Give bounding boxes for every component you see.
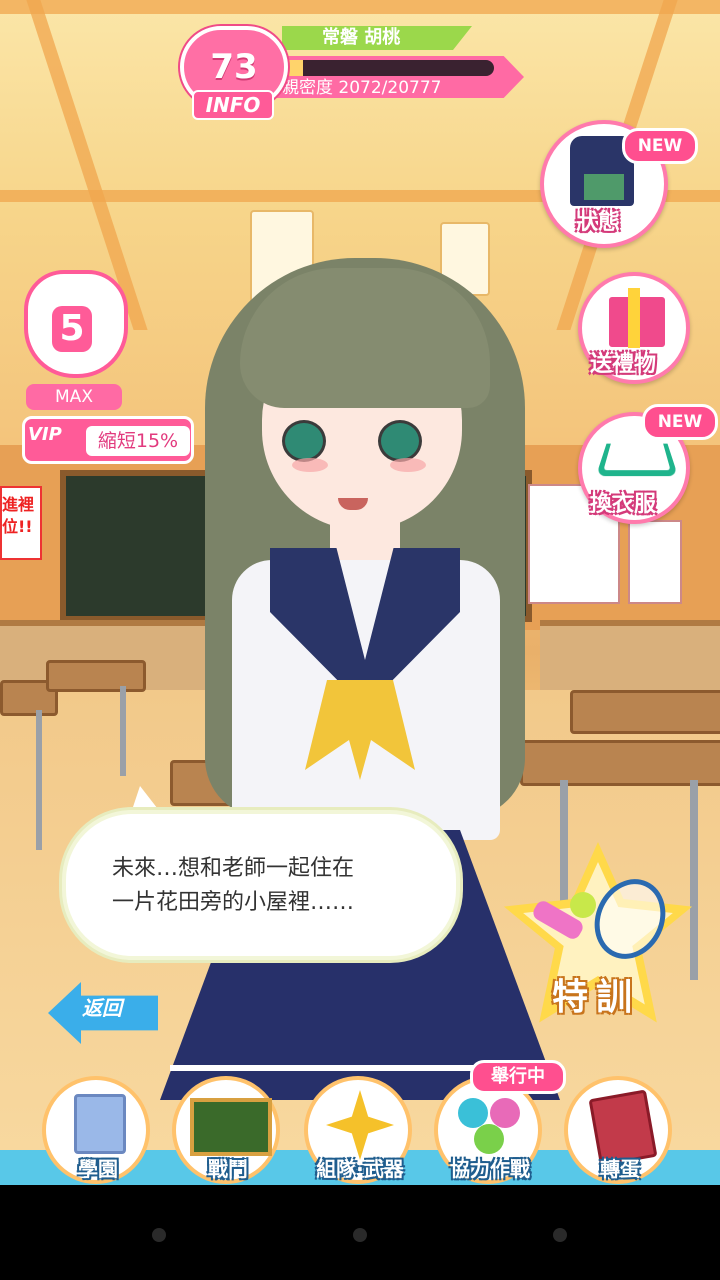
- stamina-count: 5: [52, 306, 92, 352]
- character-name-bar: 常磐 胡桃: [282, 26, 472, 50]
- hanger-icon: [595, 443, 679, 477]
- blush: [390, 458, 426, 472]
- character-name: 常磐 胡桃: [322, 27, 401, 48]
- home-nav-icon[interactable]: [353, 1228, 367, 1242]
- nav-battle[interactable]: 戰鬥: [168, 1072, 288, 1184]
- wardrobe-label: 換衣服: [590, 492, 657, 517]
- nav-gacha-label: 轉蛋: [600, 1157, 640, 1181]
- people-icon: [474, 1124, 504, 1154]
- compass-star-icon: [326, 1090, 394, 1160]
- training-label: 特訓: [552, 977, 641, 1018]
- school-building-icon: [74, 1094, 126, 1154]
- max-badge: MAX: [26, 384, 122, 410]
- right-eye: [378, 420, 422, 462]
- wall-poster: [628, 520, 682, 604]
- tennis-ball-icon: [570, 892, 596, 918]
- gift-label: 送禮物: [590, 352, 657, 377]
- desk-leg: [690, 780, 698, 980]
- back-nav-icon[interactable]: [152, 1228, 166, 1242]
- wardrobe-new-badge: NEW: [642, 404, 718, 440]
- desk: [570, 690, 720, 734]
- nav-gacha[interactable]: 轉蛋: [560, 1072, 680, 1184]
- left-eye: [282, 420, 326, 462]
- dialogue-text: 未來…想和老師一起住在 一片花田旁的小屋裡……: [112, 856, 355, 915]
- recents-nav-icon[interactable]: [553, 1228, 567, 1242]
- back-label: 返回: [82, 996, 122, 1020]
- info-button[interactable]: INFO: [192, 90, 274, 120]
- desk-leg: [120, 686, 126, 776]
- people-icon: [458, 1098, 488, 1128]
- left-sign: 進裡 位!!: [0, 486, 42, 560]
- nav-battle-label: 戰鬥: [208, 1157, 248, 1181]
- vip-label: VIP: [28, 424, 62, 445]
- status-new-badge: NEW: [622, 128, 698, 164]
- ceiling-beam: [0, 0, 720, 14]
- gift-ribbon-icon: [628, 288, 640, 348]
- blush: [292, 458, 328, 472]
- left-sign-text: 進裡 位!!: [2, 495, 35, 536]
- desk: [46, 660, 146, 692]
- affection-progress-track: [282, 60, 494, 76]
- bookshelf: [540, 620, 720, 696]
- affection-text: 親密度 2072/20777: [282, 78, 442, 98]
- skirt-icon: [584, 174, 624, 200]
- level-number: 73: [210, 47, 258, 87]
- nav-team-weapons-label: 組隊·武器: [316, 1157, 404, 1181]
- nav-academy-label: 學園: [78, 1157, 118, 1181]
- nav-coop-battle-label: 協力作戰: [450, 1157, 530, 1181]
- character-bangs: [240, 268, 490, 408]
- nav-team-weapons[interactable]: 組隊·武器: [300, 1072, 420, 1184]
- vip-reduction-text: 縮短15%: [86, 426, 190, 456]
- people-icon: [490, 1098, 520, 1128]
- desk-leg: [36, 710, 42, 850]
- status-label: 狀態: [576, 210, 621, 235]
- event-ongoing-badge: 舉行中: [470, 1060, 566, 1094]
- mini-blackboard-icon: [190, 1098, 272, 1156]
- nav-academy[interactable]: 學園: [38, 1072, 158, 1184]
